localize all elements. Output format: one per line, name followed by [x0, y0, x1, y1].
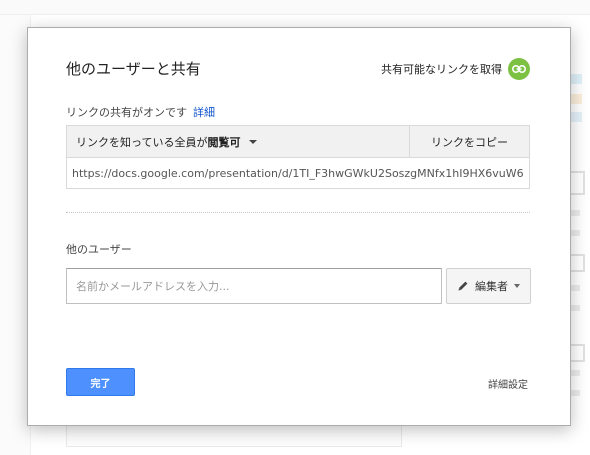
pencil-icon	[458, 281, 468, 291]
link-sharing-status-text: リンクの共有がオンです	[66, 106, 187, 119]
copy-link-button[interactable]: リンクをコピー	[410, 126, 529, 157]
advanced-settings-link[interactable]: 詳細設定	[488, 376, 528, 391]
caret-down-icon	[514, 284, 520, 288]
link-sharing-status: リンクの共有がオンです 詳細	[66, 104, 215, 120]
done-button[interactable]: 完了	[66, 368, 135, 396]
other-users-label: 他のユーザー	[66, 243, 132, 256]
get-shareable-link-button[interactable]: 共有可能なリンクを取得	[381, 58, 530, 80]
share-dialog: 他のユーザーと共有 共有可能なリンクを取得 リンクの共有がオンです 詳細 リンクを…	[27, 27, 571, 426]
share-url-field[interactable]: https://docs.google.com/presentation/d/1…	[66, 158, 530, 189]
access-level-text: 閲覧可	[207, 135, 241, 149]
link-access-dropdown[interactable]: リンクを知っている全員が 閲覧可	[67, 126, 410, 157]
access-prefix-text: リンクを知っている全員が	[76, 135, 208, 149]
caret-down-icon	[249, 139, 258, 144]
role-label: 編集者	[475, 280, 508, 293]
section-divider	[66, 212, 530, 213]
invite-people-input[interactable]: 名前かメールアドレスを入力...	[66, 268, 442, 304]
dialog-title: 他のユーザーと共有	[66, 60, 201, 78]
details-link[interactable]: 詳細	[193, 106, 215, 119]
link-access-row: リンクを知っている全員が 閲覧可 リンクをコピー	[66, 125, 530, 158]
permission-role-dropdown[interactable]: 編集者	[446, 268, 531, 304]
get-shareable-link-label: 共有可能なリンクを取得	[381, 63, 502, 76]
link-icon[interactable]	[508, 58, 530, 80]
